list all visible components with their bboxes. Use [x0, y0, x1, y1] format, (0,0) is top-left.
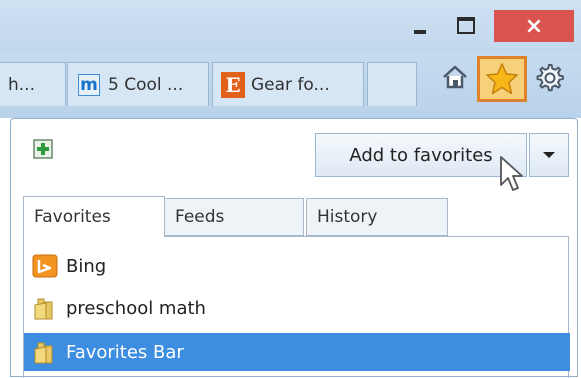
- close-button[interactable]: ×: [494, 10, 574, 42]
- browser-tab[interactable]: E Gear fo...: [212, 62, 364, 106]
- tab-label: History: [317, 207, 378, 227]
- m-site-icon: m: [78, 73, 100, 96]
- add-to-favorites-button[interactable]: Add to favorites: [315, 133, 527, 177]
- title-bar: ×: [0, 0, 581, 52]
- folder-icon: [34, 298, 53, 320]
- bing-icon: [32, 254, 58, 278]
- browser-tab[interactable]: h...: [0, 62, 66, 106]
- tab-feeds[interactable]: Feeds: [164, 198, 304, 236]
- page-plus-icon: [33, 139, 53, 159]
- home-icon: [443, 65, 467, 89]
- folder-icon: [34, 342, 53, 364]
- minimize-icon: [414, 30, 426, 34]
- browser-tab[interactable]: m 5 Cool ...: [67, 62, 209, 106]
- tab-label: h...: [8, 74, 35, 95]
- add-to-favorites-label: Add to favorites: [349, 144, 493, 166]
- favorites-center: Add to favorites Favorites Feeds History…: [10, 118, 578, 378]
- list-item-label: Bing: [66, 255, 107, 277]
- gear-icon: [536, 64, 564, 92]
- favorites-list: Bing preschool math Favorites Bar: [23, 236, 570, 378]
- add-site-icon[interactable]: [33, 139, 53, 159]
- star-icon: [486, 63, 518, 95]
- tab-label: Feeds: [175, 207, 225, 227]
- maximize-button[interactable]: [444, 12, 488, 42]
- list-item-label: preschool math: [66, 297, 206, 319]
- list-item[interactable]: preschool math: [32, 289, 562, 327]
- minimize-button[interactable]: [398, 12, 442, 42]
- tools-button[interactable]: [533, 62, 565, 94]
- tab-history[interactable]: History: [306, 198, 448, 236]
- tab-label: Favorites: [34, 207, 111, 227]
- tab-label: Gear fo...: [251, 74, 330, 95]
- add-to-favorites-dropdown[interactable]: [529, 133, 569, 177]
- etsy-icon: E: [221, 71, 245, 98]
- maximize-icon: [457, 17, 475, 34]
- favorites-button[interactable]: [477, 56, 527, 102]
- tab-favorites[interactable]: Favorites: [23, 196, 165, 237]
- tab-label: 5 Cool ...: [108, 74, 184, 95]
- home-button[interactable]: [440, 62, 470, 92]
- new-tab-button[interactable]: [367, 62, 417, 106]
- list-item-label: Favorites Bar: [66, 341, 184, 363]
- mouse-cursor-icon: [499, 155, 525, 195]
- list-item-selected[interactable]: Favorites Bar: [24, 333, 570, 371]
- close-icon: ×: [524, 13, 544, 39]
- chevron-down-icon: [543, 152, 555, 158]
- list-item[interactable]: Bing: [32, 247, 562, 285]
